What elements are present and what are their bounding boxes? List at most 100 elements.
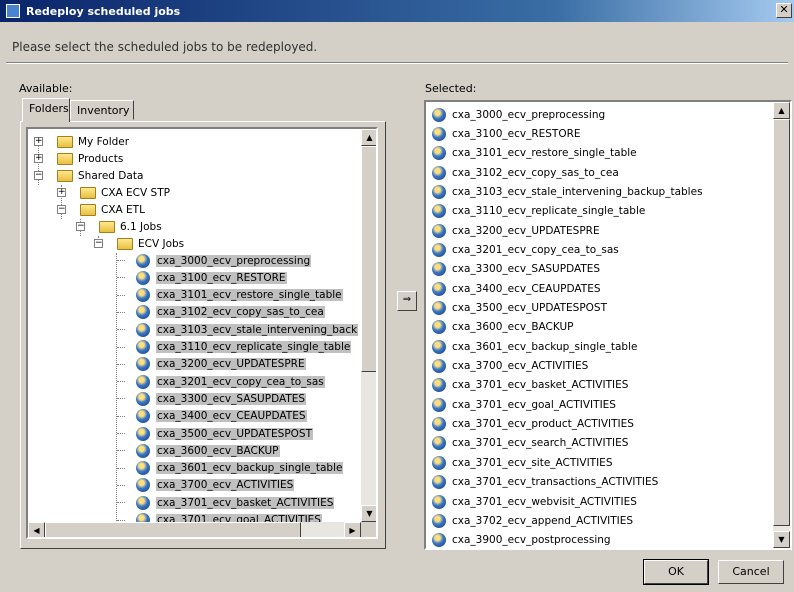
tree-job-label: cxa_3400_ecv_CEAUPDATES (156, 410, 307, 423)
job-icon (432, 320, 446, 335)
folder-icon (57, 152, 73, 165)
tree-node-label: ECV Jobs (138, 237, 185, 250)
close-button[interactable]: ✕ (776, 3, 792, 18)
scroll-up-button[interactable]: ▲ (361, 129, 376, 146)
selected-list-item[interactable]: cxa_3500_ecv_UPDATESPOST (432, 299, 607, 318)
expand-icon[interactable]: + (57, 188, 66, 197)
selected-list-item[interactable]: cxa_3701_ecv_product_ACTIVITIES (432, 415, 634, 434)
scroll-down-button[interactable]: ▼ (773, 531, 790, 548)
scroll-thumb[interactable] (773, 119, 790, 526)
window-title: Redeploy scheduled jobs (26, 4, 181, 18)
tree-job-item[interactable]: cxa_3700_ecv_ACTIVITIES (117, 477, 295, 494)
selected-list-item[interactable]: cxa_3701_ecv_transactions_ACTIVITIES (432, 473, 658, 492)
job-icon (432, 397, 446, 412)
selected-list-item[interactable]: cxa_3601_ecv_backup_single_table (432, 337, 637, 356)
job-icon (136, 270, 150, 285)
scroll-right-button[interactable]: ▶ (344, 522, 361, 537)
tree-job-item[interactable]: cxa_3000_ecv_preprocessing (117, 252, 312, 269)
job-icon (136, 253, 150, 268)
selected-list-item[interactable]: cxa_3201_ecv_copy_cea_to_sas (432, 240, 619, 259)
selected-list-item[interactable]: cxa_3701_ecv_basket_ACTIVITIES (432, 376, 628, 395)
selected-list-item[interactable]: cxa_3701_ecv_webvisit_ACTIVITIES (432, 492, 637, 511)
collapse-icon[interactable]: − (94, 239, 103, 248)
expand-icon[interactable]: + (34, 137, 43, 146)
tree-job-item[interactable]: cxa_3102_ecv_copy_sas_to_cea (117, 304, 325, 321)
tree-job-item[interactable]: cxa_3701_ecv_basket_ACTIVITIES (117, 494, 335, 511)
selected-list-item[interactable]: cxa_3400_ecv_CEAUPDATES (432, 279, 601, 298)
selected-vertical-scrollbar[interactable]: ▲ ▼ (773, 102, 790, 548)
tab-inventory[interactable]: Inventory (70, 100, 134, 120)
selected-item-label: cxa_3101_ecv_restore_single_table (452, 147, 637, 160)
collapse-icon[interactable]: − (34, 171, 43, 180)
app-icon (6, 4, 20, 18)
tree-job-item[interactable]: cxa_3601_ecv_backup_single_table (117, 460, 344, 477)
ok-button[interactable]: OK (643, 559, 709, 585)
add-selected-button[interactable]: ⇒ (397, 291, 417, 311)
scroll-left-button[interactable]: ◀ (28, 522, 45, 537)
tree-job-item[interactable]: cxa_3100_ecv_RESTORE (117, 269, 287, 286)
tree-job-item[interactable]: cxa_3400_ecv_CEAUPDATES (117, 408, 307, 425)
selected-item-label: cxa_3400_ecv_CEAUPDATES (452, 282, 601, 295)
selected-list-item[interactable]: cxa_3110_ecv_replicate_single_table (432, 202, 645, 221)
scroll-down-button[interactable]: ▼ (361, 505, 376, 522)
selected-list-item[interactable]: cxa_3701_ecv_site_ACTIVITIES (432, 453, 612, 472)
selected-list-item[interactable]: cxa_3300_ecv_SASUPDATES (432, 260, 600, 279)
tree-node-ecv-jobs[interactable]: − ECV Jobs (94, 235, 184, 252)
job-icon (136, 340, 150, 354)
selected-list-item[interactable]: cxa_3000_ecv_preprocessing (432, 105, 605, 124)
selected-list-item[interactable]: cxa_3600_ecv_BACKUP (432, 318, 574, 337)
selected-item-label: cxa_3103_ecv_stale_intervening_backup_ta… (452, 185, 703, 198)
selected-list-item[interactable]: cxa_3100_ecv_RESTORE (432, 124, 581, 143)
tree-node-cxa-etl[interactable]: − CXA ETL (57, 201, 145, 218)
cancel-button[interactable]: Cancel (718, 560, 784, 584)
tree-job-item[interactable]: cxa_3201_ecv_copy_cea_to_sas (117, 373, 325, 390)
collapse-icon[interactable]: − (57, 205, 66, 214)
selected-list-item[interactable]: cxa_3200_ecv_UPDATESPRE (432, 221, 600, 240)
tree-job-label: cxa_3500_ecv_UPDATESPOST (156, 427, 314, 440)
job-icon (432, 513, 446, 528)
folder-tree[interactable]: + My Folder + Products − Shared Data + C… (26, 127, 378, 539)
selected-list-item[interactable]: cxa_3101_ecv_restore_single_table (432, 144, 637, 163)
tree-job-item[interactable]: cxa_3110_ecv_replicate_single_table (117, 339, 352, 356)
tree-connector (117, 260, 125, 261)
tree-node-label: Products (78, 152, 124, 165)
selected-list-item[interactable]: cxa_3900_ecv_postprocessing (432, 531, 611, 548)
scroll-up-button[interactable]: ▲ (773, 102, 790, 119)
tree-node-products[interactable]: + Products (34, 150, 123, 167)
selected-item-label: cxa_3701_ecv_basket_ACTIVITIES (452, 379, 629, 392)
tree-horizontal-scrollbar[interactable]: ◀ ▶ (28, 522, 361, 537)
tree-job-label: cxa_3102_ecv_copy_sas_to_cea (156, 306, 325, 319)
selected-list-item[interactable]: cxa_3701_ecv_goal_ACTIVITIES (432, 395, 616, 414)
selected-list-item[interactable]: cxa_3103_ecv_stale_intervening_backup_ta… (432, 182, 703, 201)
selected-list-item[interactable]: cxa_3700_ecv_ACTIVITIES (432, 357, 588, 376)
selected-item-label: cxa_3700_ecv_ACTIVITIES (452, 360, 589, 373)
tree-job-label: cxa_3101_ecv_restore_single_table (156, 289, 343, 302)
scroll-thumb[interactable] (361, 146, 376, 372)
tree-job-item[interactable]: cxa_3300_ecv_SASUPDATES (117, 390, 307, 407)
tree-job-item[interactable]: cxa_3701_ecv_goal_ACTIVITIES (117, 512, 322, 522)
job-icon (432, 107, 446, 122)
job-icon (432, 242, 446, 257)
tree-job-label: cxa_3601_ecv_backup_single_table (156, 462, 344, 475)
tree-node-cxa-ecv-stp[interactable]: + CXA ECV STP (57, 184, 170, 201)
tree-job-item[interactable]: cxa_3500_ecv_UPDATESPOST (117, 425, 314, 442)
collapse-icon[interactable]: − (76, 222, 85, 231)
expand-icon[interactable]: + (34, 154, 43, 163)
tab-folders[interactable]: Folders (22, 98, 70, 122)
tree-job-item[interactable]: cxa_3200_ecv_UPDATESPRE (117, 356, 306, 373)
selected-list-item[interactable]: cxa_3102_ecv_copy_sas_to_cea (432, 163, 619, 182)
tree-job-item[interactable]: cxa_3101_ecv_restore_single_table (117, 287, 343, 304)
scroll-thumb[interactable] (45, 522, 301, 537)
selected-list-item[interactable]: cxa_3701_ecv_search_ACTIVITIES (432, 434, 628, 453)
tree-node-my-folder[interactable]: + My Folder (34, 133, 129, 150)
tree-job-item[interactable]: cxa_3600_ecv_BACKUP (117, 442, 280, 459)
tree-vertical-scrollbar[interactable]: ▲ ▼ (361, 129, 376, 522)
tree-node-6-1-jobs[interactable]: − 6.1 Jobs (76, 218, 162, 235)
tree-node-shared-data[interactable]: − Shared Data (34, 167, 143, 184)
selected-list-item[interactable]: cxa_3702_ecv_append_ACTIVITIES (432, 511, 633, 530)
job-icon (432, 378, 446, 393)
job-icon (136, 357, 150, 372)
tree-job-item[interactable]: cxa_3103_ecv_stale_intervening_back (117, 321, 359, 338)
tree-connector (117, 363, 125, 365)
selected-list[interactable]: cxa_3000_ecv_preprocessing cxa_3100_ecv_R… (424, 100, 792, 550)
